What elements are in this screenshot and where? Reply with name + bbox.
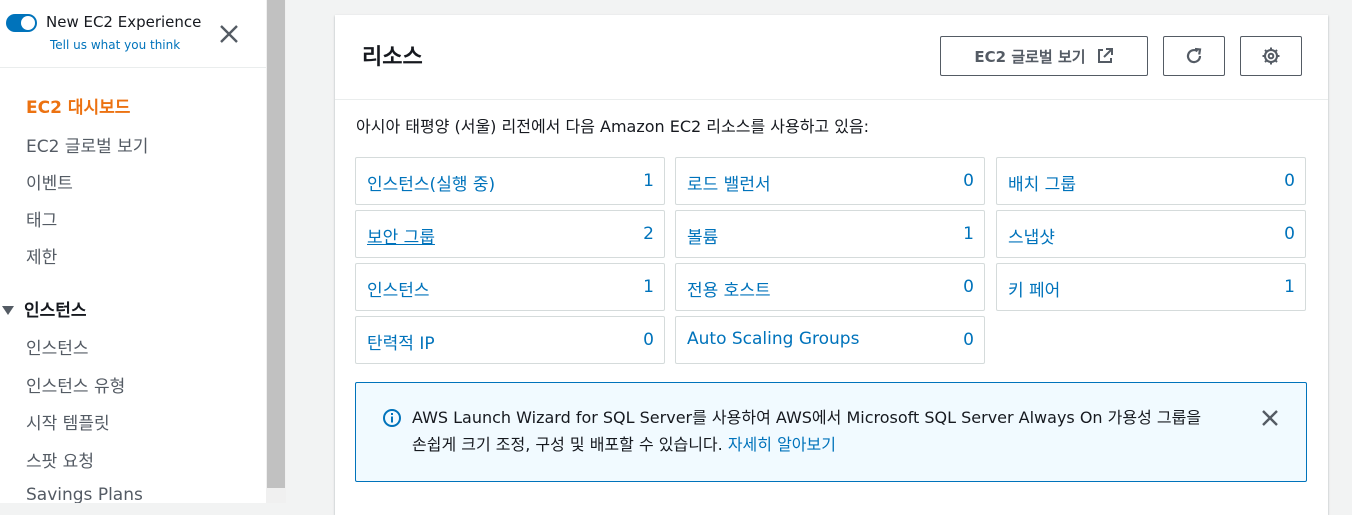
sidebar-item-events[interactable]: 이벤트: [26, 169, 73, 194]
sidebar-item-instances[interactable]: 인스턴스: [26, 334, 89, 359]
resource-count[interactable]: 1: [963, 224, 974, 244]
info-message: AWS Launch Wizard for SQL Server를 사용하여 A…: [412, 404, 1242, 458]
refresh-icon: [1186, 47, 1202, 64]
feedback-link[interactable]: Tell us what you think: [50, 38, 180, 52]
resource-card-elastic-ips[interactable]: 탄력적 IP 0: [355, 316, 665, 364]
resource-count[interactable]: 0: [963, 171, 974, 191]
resource-count[interactable]: 1: [643, 277, 654, 297]
resource-count[interactable]: 1: [1284, 277, 1295, 297]
resource-label[interactable]: 인스턴스(실행 중): [367, 170, 495, 195]
resource-card-snapshots[interactable]: 스냅샷 0: [996, 210, 1306, 258]
sidebar-item-limits[interactable]: 제한: [26, 243, 57, 268]
resource-count[interactable]: 0: [963, 330, 974, 350]
sidebar-item-savings-plans[interactable]: Savings Plans: [26, 485, 143, 503]
panel-title: 리소스: [362, 45, 423, 70]
resource-label[interactable]: 키 페어: [1008, 276, 1060, 301]
resource-card-load-balancers[interactable]: 로드 밸런서 0: [675, 157, 985, 205]
resource-label[interactable]: 보안 그룹: [367, 223, 435, 248]
scrollbar-thumb[interactable]: [267, 0, 285, 488]
info-alert: AWS Launch Wizard for SQL Server를 사용하여 A…: [355, 382, 1307, 482]
info-line-1: AWS Launch Wizard for SQL Server를 사용하여 A…: [412, 408, 1202, 427]
section-label: 인스턴스: [24, 301, 87, 321]
resource-label[interactable]: 인스턴스: [367, 276, 430, 301]
resource-count[interactable]: 0: [643, 330, 654, 350]
resource-label[interactable]: 탄력적 IP: [367, 329, 435, 354]
ec2-global-view-button[interactable]: EC2 글로벌 보기: [940, 36, 1148, 76]
refresh-button[interactable]: [1163, 36, 1225, 76]
sidebar-scrollbar[interactable]: [266, 0, 286, 503]
resource-count[interactable]: 0: [1284, 224, 1295, 244]
panel-header: 리소스 EC2 글로벌 보기: [335, 15, 1328, 100]
sidebar: New EC2 Experience Tell us what you thin…: [0, 0, 266, 503]
resource-card-placement-groups[interactable]: 배치 그룹 0: [996, 157, 1306, 205]
resource-label[interactable]: 전용 호스트: [687, 276, 771, 301]
resource-card-auto-scaling-groups[interactable]: Auto Scaling Groups 0: [675, 316, 985, 364]
settings-button[interactable]: [1240, 36, 1302, 76]
info-icon: [383, 409, 401, 427]
info-line-2: 손쉽게 크기 조정, 구성 및 배포할 수 있습니다.: [412, 435, 728, 454]
resource-label[interactable]: 배치 그룹: [1008, 170, 1076, 195]
resource-card-running-instances[interactable]: 인스턴스(실행 중) 1: [355, 157, 665, 205]
resource-label[interactable]: 로드 밸런서: [687, 170, 771, 195]
caret-down-icon: [2, 305, 14, 315]
sidebar-item-ec2-global-view[interactable]: EC2 글로벌 보기: [26, 132, 148, 157]
resource-card-volumes[interactable]: 볼륨 1: [675, 210, 985, 258]
resource-card-dedicated-hosts[interactable]: 전용 호스트 0: [675, 263, 985, 311]
toggle-knob: [21, 16, 35, 30]
external-link-icon: [1097, 48, 1113, 63]
new-experience-title: New EC2 Experience: [46, 13, 202, 31]
resource-count[interactable]: 0: [963, 277, 974, 297]
sidebar-item-spot-requests[interactable]: 스팟 요청: [26, 447, 94, 472]
new-experience-toggle[interactable]: [6, 14, 37, 32]
sidebar-item-ec2-dashboard[interactable]: EC2 대시보드: [26, 93, 130, 118]
resource-count[interactable]: 0: [1284, 171, 1295, 191]
resource-label[interactable]: Auto Scaling Groups: [687, 329, 859, 349]
sidebar-item-instance-types[interactable]: 인스턴스 유형: [26, 372, 125, 397]
resource-card-security-groups[interactable]: 보안 그룹 2: [355, 210, 665, 258]
learn-more-link[interactable]: 자세히 알아보기: [728, 435, 836, 454]
new-experience-header: New EC2 Experience Tell us what you thin…: [0, 0, 266, 68]
gear-icon: [1262, 47, 1280, 65]
resource-card-instances[interactable]: 인스턴스 1: [355, 263, 665, 311]
sidebar-item-launch-templates[interactable]: 시작 템플릿: [26, 409, 110, 434]
sidebar-section-instances[interactable]: 인스턴스: [0, 296, 87, 321]
button-label: EC2 글로벌 보기: [974, 47, 1086, 66]
sidebar-item-tags[interactable]: 태그: [26, 206, 57, 231]
resource-label[interactable]: 스냅샷: [1008, 223, 1055, 248]
close-icon[interactable]: [218, 23, 240, 45]
close-icon[interactable]: [1260, 408, 1280, 428]
resource-label[interactable]: 볼륨: [687, 223, 718, 248]
resource-count[interactable]: 1: [643, 171, 654, 191]
resource-card-key-pairs[interactable]: 키 페어 1: [996, 263, 1306, 311]
resources-panel: 리소스 EC2 글로벌 보기 아시아 태평양 (서울) 리전에서 다음 Amaz…: [335, 15, 1328, 515]
resource-count[interactable]: 2: [643, 224, 654, 244]
region-description: 아시아 태평양 (서울) 리전에서 다음 Amazon EC2 리소스를 사용하…: [356, 117, 870, 136]
